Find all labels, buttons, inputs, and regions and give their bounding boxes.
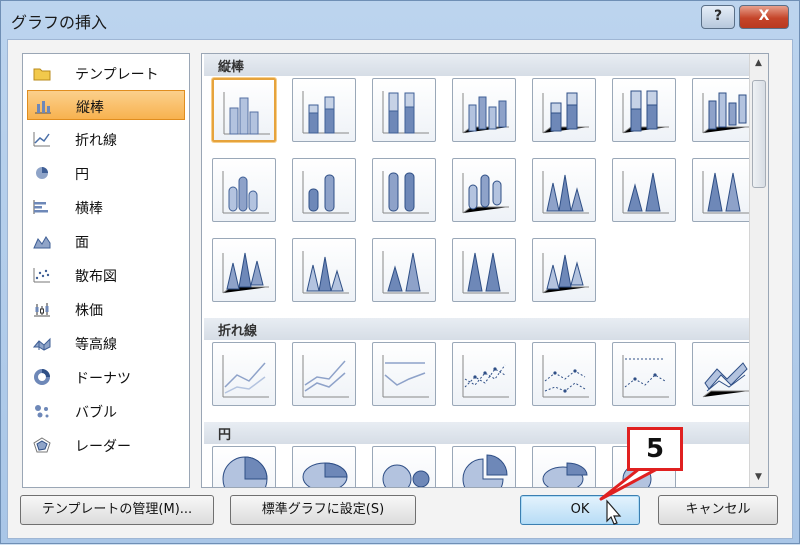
mouse-cursor-icon [606, 499, 622, 525]
insert-chart-dialog: グラフの挿入 ? X テンプレート 縦棒 折れ線 円 横棒 面 散布図 株価 等… [0, 0, 800, 544]
step-callout: 5 [627, 427, 683, 471]
